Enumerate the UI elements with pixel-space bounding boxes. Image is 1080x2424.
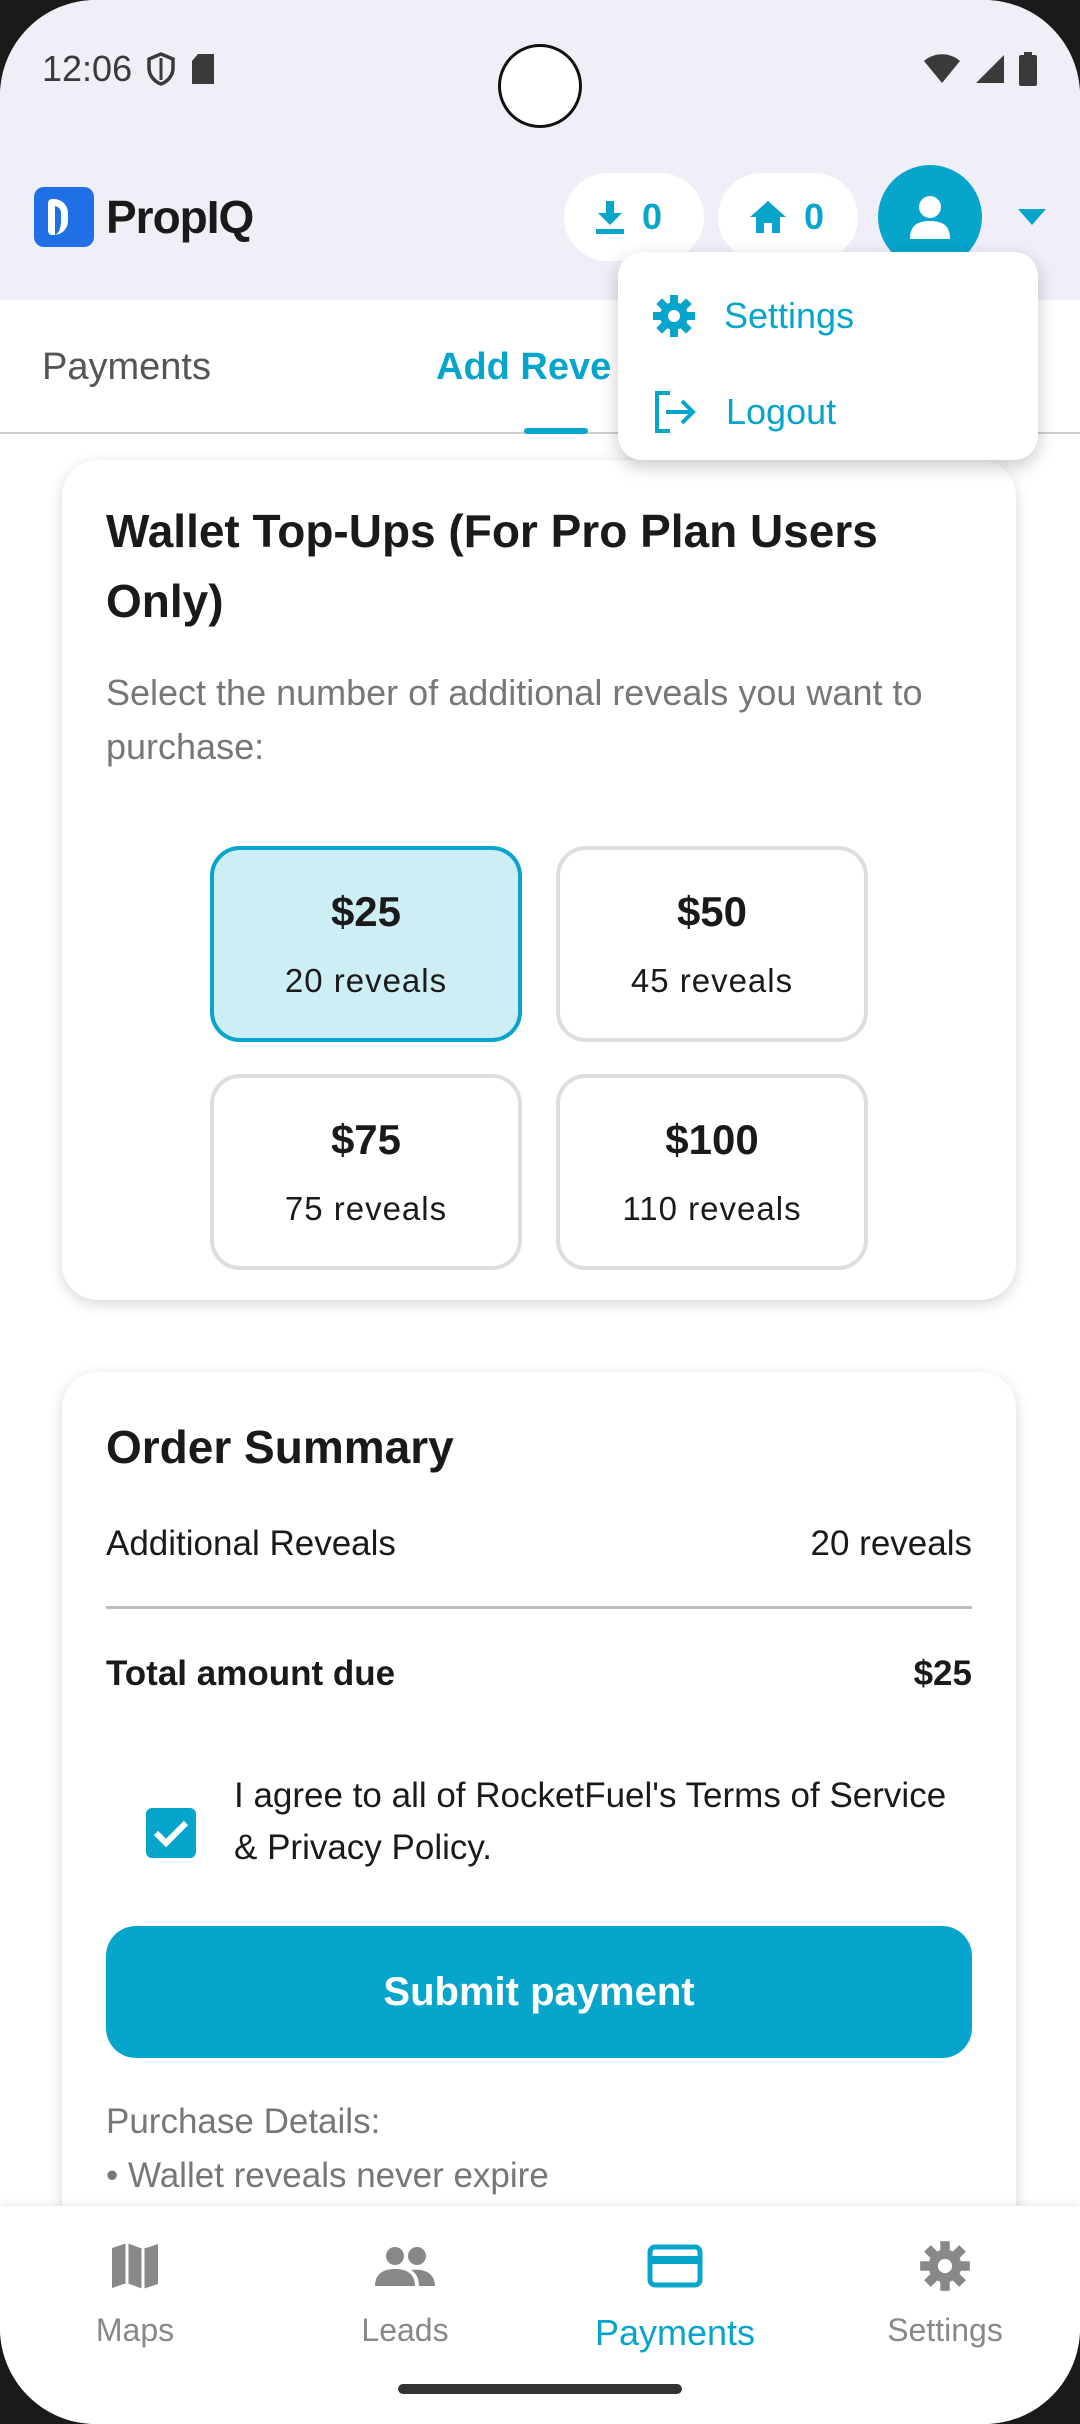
total-value: $25	[913, 1654, 972, 1693]
total-label: Total amount due	[106, 1654, 396, 1693]
downloads-count: 0	[642, 196, 663, 237]
nav-item-payments[interactable]: Payments	[540, 2234, 810, 2354]
homes-counter-button[interactable]: 0	[718, 173, 858, 261]
order-summary-title: Order Summary	[106, 1421, 454, 1473]
nav-item-maps[interactable]: Maps	[0, 2234, 270, 2349]
user-icon	[910, 196, 950, 239]
phone-screen: 12:06 PropIQ 0 0 Payments Add Reve Setti…	[0, 0, 1080, 2424]
downloads-counter-button[interactable]: 0	[564, 173, 704, 261]
homes-count: 0	[804, 196, 825, 237]
content-scroll-area[interactable]: Wallet Top-Ups (For Pro Plan Users Only)…	[0, 436, 1080, 2206]
brand-name: PropIQ	[106, 191, 254, 243]
menu-settings-label: Settings	[724, 295, 855, 336]
nav-maps-label: Maps	[95, 2312, 175, 2348]
additional-reveals-value: 20 reveals	[810, 1524, 972, 1563]
nav-payments-label: Payments	[594, 2312, 756, 2353]
status-time: 12:06	[42, 48, 133, 89]
menu-item-logout[interactable]: Logout	[618, 364, 1038, 460]
people-icon	[375, 2247, 435, 2286]
signal-icon	[976, 55, 1004, 83]
chevron-down-icon[interactable]	[1018, 209, 1046, 225]
terms-agreement: I agree to all of RocketFuel's Terms of …	[106, 1770, 972, 1880]
option-reveals: 110 reveals	[622, 1190, 802, 1227]
shield-icon	[147, 52, 175, 86]
nav-item-leads[interactable]: Leads	[270, 2234, 540, 2349]
profile-dropdown-menu: Settings Logout	[618, 252, 1038, 460]
topup-option-25[interactable]: $25 20 reveals	[210, 846, 522, 1042]
total-row: Total amount due $25	[106, 1654, 972, 1694]
summary-divider	[106, 1606, 972, 1609]
option-reveals: 75 reveals	[284, 1190, 448, 1227]
nav-item-settings[interactable]: Settings	[810, 2234, 1080, 2349]
option-reveals: 45 reveals	[630, 962, 794, 999]
battery-icon	[1019, 52, 1037, 86]
option-price: $25	[330, 888, 402, 935]
option-reveals: 20 reveals	[284, 962, 448, 999]
additional-reveals-row: Additional Reveals 20 reveals	[106, 1524, 972, 1564]
additional-reveals-label: Additional Reveals	[106, 1524, 396, 1563]
topup-option-50[interactable]: $50 45 reveals	[556, 846, 868, 1042]
gear-icon	[920, 2241, 970, 2291]
tab-payments[interactable]: Payments	[42, 300, 211, 434]
map-icon	[112, 2243, 158, 2289]
menu-logout-label: Logout	[726, 391, 837, 432]
nav-leads-label: Leads	[361, 2312, 449, 2348]
purchase-details-item: • Wallet reveals never expire	[106, 2156, 549, 2195]
checkmark-icon	[153, 1820, 189, 1848]
wallet-subtitle: Select the number of additional reveals …	[106, 672, 923, 767]
menu-item-settings[interactable]: Settings	[618, 268, 1038, 364]
card-icon	[647, 2244, 703, 2288]
camera-cutout	[498, 44, 582, 128]
propiq-logo-icon	[34, 187, 94, 247]
wifi-icon	[924, 54, 960, 83]
terms-text: I agree to all of RocketFuel's Terms of …	[234, 1776, 947, 1867]
terms-checkbox[interactable]	[146, 1808, 196, 1858]
topup-option-100[interactable]: $100 110 reveals	[556, 1074, 868, 1270]
wallet-topups-card: Wallet Top-Ups (For Pro Plan Users Only)…	[62, 460, 1016, 1300]
topup-option-75[interactable]: $75 75 reveals	[210, 1074, 522, 1270]
sd-card-icon	[192, 54, 215, 84]
logout-icon	[655, 391, 696, 433]
option-price: $75	[330, 1116, 402, 1163]
option-price: $50	[676, 888, 748, 935]
option-price: $100	[665, 1116, 759, 1163]
submit-payment-button[interactable]: Submit payment	[106, 1926, 972, 2058]
gesture-bar[interactable]	[398, 2384, 682, 2394]
active-tab-indicator	[524, 428, 588, 434]
purchase-details-heading: Purchase Details:	[106, 2102, 381, 2141]
nav-settings-label: Settings	[887, 2312, 1003, 2348]
tab-add-reveals[interactable]: Add Reve	[436, 300, 611, 434]
gear-icon	[653, 295, 695, 337]
order-summary-card: Order Summary Additional Reveals 20 reve…	[62, 1372, 1016, 2206]
download-icon	[596, 201, 624, 234]
wallet-title: Wallet Top-Ups (For Pro Plan Users Only)	[106, 505, 878, 627]
home-icon	[750, 201, 786, 233]
brand-logo[interactable]: PropIQ	[34, 187, 254, 247]
